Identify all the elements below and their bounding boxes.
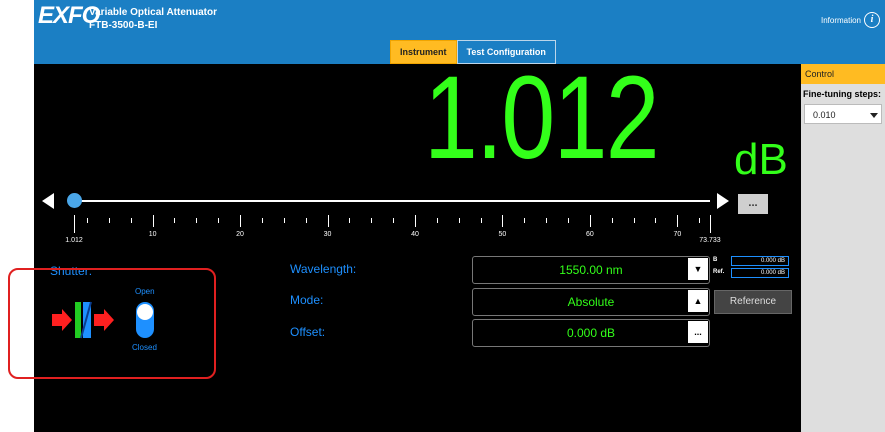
scale-tick [524,218,526,223]
fine-tuning-label: Fine-tuning steps: [803,89,881,99]
offset-field[interactable]: 0.000 dB [472,319,710,347]
offset-more-button[interactable]: ... [688,321,708,343]
scale-tick [130,218,132,223]
scale-tick [218,218,220,223]
scale-tick [349,218,351,223]
scale-tick-label: 30 [323,231,332,238]
product-name: Variable Optical Attenuator [89,7,217,18]
scale-tick [568,218,570,223]
scale-tick-label: 1.012 [65,237,83,244]
product-model: FTB-3500-B-EI [89,20,158,31]
fine-tuning-select[interactable]: 0.010 [804,104,882,124]
scale-tick-label: 50 [498,231,507,238]
scale-tick-label: 40 [411,231,419,238]
wavelength-dropdown-button[interactable]: ▼ [688,258,708,280]
scale-tick [633,218,635,223]
scale-tick [589,215,591,227]
scale-tick [152,215,154,227]
scale-tick [371,218,373,223]
attenuation-slider-thumb[interactable] [67,193,82,208]
control-panel: Control Fine-tuning steps: 0.010 [801,64,885,432]
mode-dropdown-button[interactable]: ▲ [688,290,708,312]
attenuation-reading: 1.012 [424,52,660,184]
ref-label: Ref. [713,269,725,275]
scale-tick [414,215,416,227]
scale-tick-label: 70 [673,231,682,238]
information-link[interactable]: Information [821,16,861,25]
b-value: 0.000 dB [731,256,789,266]
mode-field[interactable]: Absolute [472,288,710,316]
scale-tick [108,218,110,223]
ref-value: 0.000 dB [731,268,789,278]
scale-tick [283,218,285,223]
scale-tick [502,215,504,227]
decrease-arrow-icon[interactable] [42,193,54,209]
scale-tick [480,218,482,223]
fine-tuning-value: 0.010 [813,110,836,120]
scale-tick [240,215,242,227]
shutter-highlight-outline [8,268,216,379]
wavelength-field[interactable]: 1550.00 nm [472,256,710,284]
scale-tick [174,218,176,223]
scale-tick [611,218,613,223]
scale-tick [87,218,88,223]
slider-scale: 1.012 10 20 30 40 50 60 70 73.733 [34,215,885,250]
reference-button[interactable]: Reference [714,290,792,314]
b-ref-readout: B 0.000 dB Ref. 0.000 dB [711,256,791,280]
scale-tick [655,218,657,223]
scale-tick [305,218,307,223]
scale-end-tick [710,215,711,233]
b-label: B [713,257,718,263]
scale-tick [458,218,460,223]
scale-tick-label: 73.733 [699,237,721,244]
scale-tick [436,218,438,223]
increase-arrow-icon[interactable] [717,193,729,209]
scale-tick-label: 60 [585,231,594,238]
control-panel-title: Control [801,64,885,84]
scale-tick [699,218,701,223]
chevron-down-icon [870,113,878,118]
attenuation-unit: dB [734,135,788,184]
offset-label: Offset: [290,325,326,339]
slider-more-button[interactable]: ... [738,194,768,214]
scale-tick [327,215,329,227]
wavelength-label: Wavelength: [290,262,357,276]
info-icon[interactable]: i [864,12,880,28]
scale-tick [196,218,198,223]
scale-tick [677,215,679,227]
scale-tick [546,218,548,223]
scale-tick [393,218,395,223]
scale-tick-label: 20 [236,231,244,238]
scale-end-tick [74,215,75,233]
attenuation-slider-track[interactable] [74,200,710,202]
scale-tick-label: 10 [148,231,157,238]
scale-tick [261,218,263,223]
mode-label: Mode: [290,293,324,307]
